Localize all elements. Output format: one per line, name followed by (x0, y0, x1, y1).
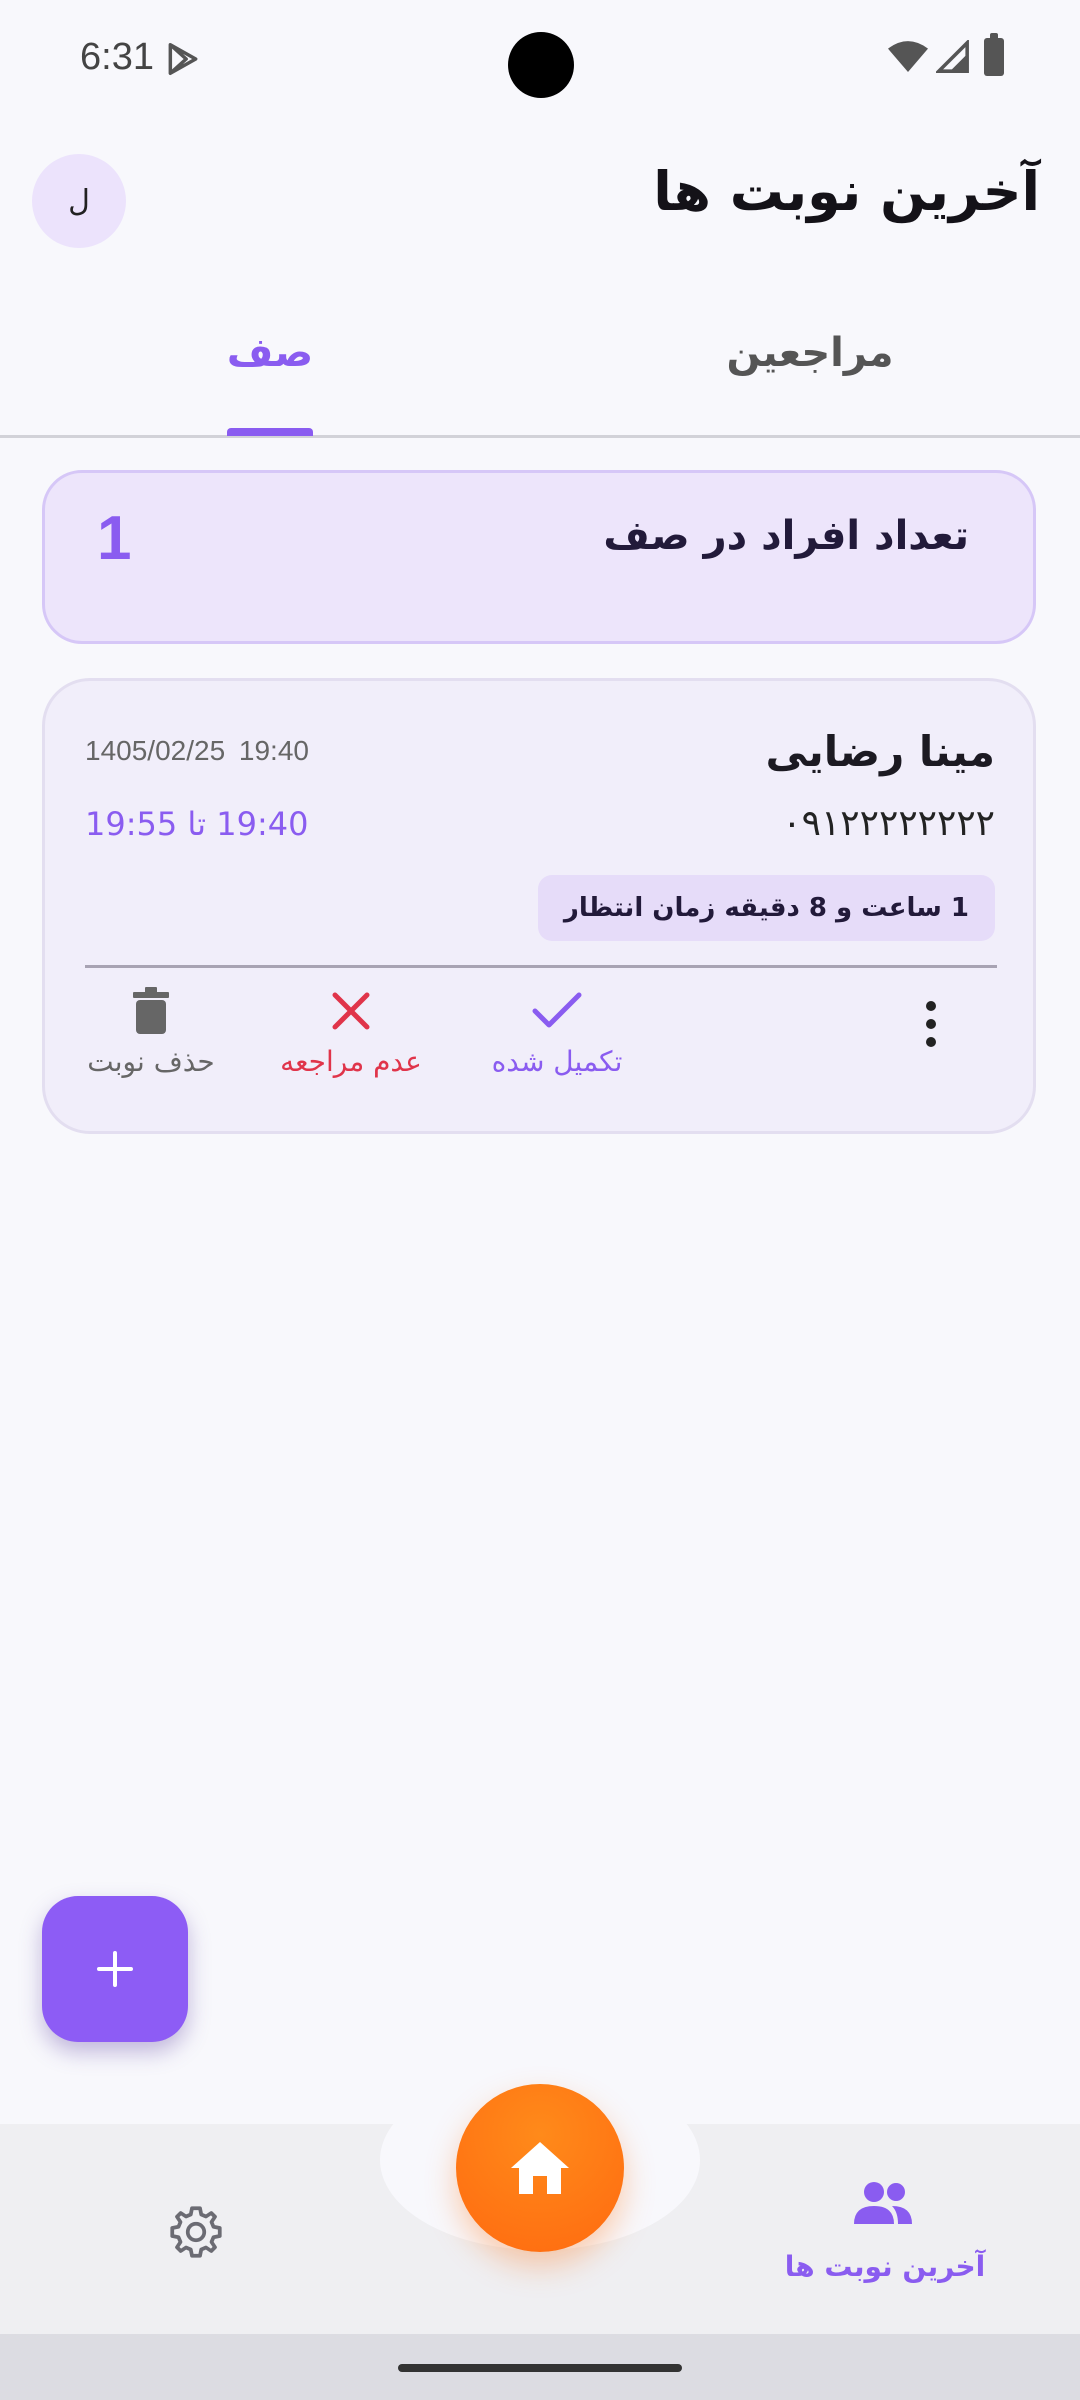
avatar[interactable]: ل (32, 154, 126, 248)
complete-button[interactable]: تکمیل شده (457, 981, 657, 1078)
wifi-icon (888, 41, 928, 72)
tab-indicator (227, 428, 313, 436)
status-time: 6:31 (80, 36, 154, 78)
delete-button[interactable]: حذف نوبت (51, 981, 251, 1078)
play-store-icon (168, 43, 198, 75)
tabs-divider (0, 435, 1080, 438)
battery-icon (984, 33, 1004, 76)
home-icon (511, 2142, 569, 2194)
camera-cutout (508, 32, 574, 98)
complete-label: تکمیل شده (491, 1045, 623, 1078)
signal-icon (936, 40, 969, 73)
trash-icon (133, 987, 169, 1034)
no-show-label: عدم مراجعه (280, 1045, 422, 1078)
queue-count-value: 1 (97, 504, 132, 573)
check-icon (532, 992, 582, 1028)
card-divider (85, 965, 997, 968)
settings-gear-icon[interactable] (166, 2202, 226, 2262)
appointment-card[interactable]: مینا رضایی ۰۹۱۲۲۲۲۲۲۲۲ 1405/02/25 19:40 … (42, 678, 1036, 1134)
home-button[interactable] (456, 2084, 624, 2252)
no-show-button[interactable]: عدم مراجعه (251, 981, 451, 1078)
queue-count-label: تعداد افراد در صف (603, 513, 969, 559)
gesture-handle[interactable] (398, 2364, 682, 2372)
queue-count-card: تعداد افراد در صف 1 (42, 470, 1036, 644)
wait-time-badge: 1 ساعت و 8 دقیقه زمان انتظار (537, 875, 995, 941)
more-options-icon[interactable] (923, 1001, 939, 1051)
appointment-time-range: 19:40 تا 19:55 (85, 805, 309, 843)
appointment-datetime: 1405/02/25 19:40 (85, 735, 309, 766)
nav-latest-appointments-label[interactable]: آخرین نوبت ها (780, 2250, 990, 2283)
add-appointment-button[interactable] (42, 1896, 188, 2042)
delete-label: حذف نوبت (87, 1045, 215, 1078)
page-title: آخرین نوبت ها (653, 160, 1040, 223)
patient-phone: ۰۹۱۲۲۲۲۲۲۲۲ (782, 803, 995, 844)
tab-queue[interactable]: صف (120, 330, 420, 376)
people-icon[interactable] (852, 2180, 914, 2226)
tab-clients[interactable]: مراجعین (660, 330, 960, 376)
avatar-letter: ل (68, 183, 90, 219)
patient-name: مینا رضایی (765, 727, 995, 776)
close-icon (332, 992, 370, 1030)
plus-icon (97, 1951, 133, 1987)
